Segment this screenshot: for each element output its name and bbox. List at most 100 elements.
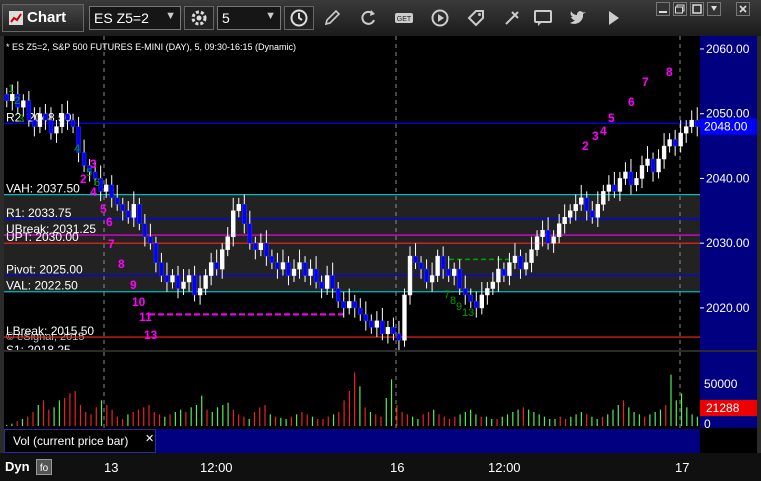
- arrow-right-icon[interactable]: [604, 8, 624, 28]
- candle-body: [159, 262, 164, 276]
- dynamic-label: Dyn: [5, 459, 30, 474]
- candle-body: [115, 197, 120, 205]
- candle-body: [275, 262, 280, 270]
- price-chart-svg: * ES Z5=2, S&P 500 FUTURES E-MINI (DAY),…: [4, 36, 700, 350]
- candle-body: [446, 268, 451, 276]
- level-label: VAH: 2037.50: [6, 182, 80, 196]
- count-label: 8: [666, 65, 673, 79]
- candle-body: [181, 281, 186, 289]
- count-label: 2: [582, 139, 589, 153]
- setup-count-label: 3: [18, 113, 24, 125]
- candle-body: [324, 275, 330, 289]
- candle-body: [512, 255, 518, 263]
- chevron-down-icon[interactable]: ▼: [265, 10, 276, 22]
- candle-body: [197, 288, 203, 296]
- chart-header: * ES Z5=2, S&P 500 FUTURES E-MINI (DAY),…: [6, 42, 296, 52]
- price-tick-label: 2040.00: [706, 171, 750, 185]
- chart-title: Chart: [27, 9, 67, 26]
- setup-count-label: 5: [86, 167, 92, 179]
- candle-body: [336, 288, 341, 302]
- candle-body: [4, 94, 9, 101]
- last-volume-label: 21288: [706, 401, 740, 415]
- pencil-icon[interactable]: [322, 8, 342, 28]
- price-tick-label: 2060.00: [706, 42, 750, 56]
- setup-count-label: 6: [94, 177, 100, 189]
- price-tick-label: 2020.00: [706, 301, 750, 315]
- candle-body: [634, 178, 639, 186]
- chart-toolbar: Chart ES Z5=2 ▼ 5 ▼ GET: [0, 0, 761, 37]
- candle-body: [231, 210, 236, 237]
- count-label: 4: [600, 124, 607, 138]
- candle-body: [126, 210, 131, 218]
- tools-icon[interactable]: [502, 8, 522, 28]
- candle-body: [457, 268, 462, 289]
- candle-body: [258, 242, 264, 250]
- twitter-icon[interactable]: [568, 8, 588, 28]
- price-chart-area[interactable]: * ES Z5=2, S&P 500 FUTURES E-MINI (DAY),…: [4, 36, 700, 350]
- candle-body: [297, 262, 302, 270]
- candle-body: [545, 229, 551, 244]
- candle-body: [590, 210, 595, 218]
- chat-icon[interactable]: [533, 8, 553, 28]
- volume-study-title: Vol (current price bar): [13, 434, 129, 448]
- candle-body: [208, 262, 214, 276]
- symbol-value: ES Z5=2: [94, 10, 149, 26]
- volume-axis[interactable]: 50000 0 21288: [700, 352, 757, 431]
- restore-icon[interactable]: [673, 2, 687, 16]
- candle-body: [429, 275, 435, 283]
- play-icon[interactable]: [430, 8, 450, 28]
- price-axis[interactable]: 2060.00 2050.00 2040.00 2030.00 2020.00 2048.…: [700, 36, 757, 350]
- time-button[interactable]: [284, 6, 314, 30]
- candle-body: [551, 236, 556, 244]
- candle-body: [264, 242, 269, 257]
- candle-body: [695, 119, 700, 127]
- setup-count-label: 4: [74, 143, 80, 155]
- symbol-input[interactable]: ES Z5=2 ▼: [89, 6, 181, 30]
- level-label: LBreak: 2015.50: [6, 324, 94, 338]
- candle-body: [601, 191, 606, 205]
- candle-body: [579, 197, 584, 205]
- close-icon[interactable]: [736, 2, 750, 16]
- candle-body: [568, 210, 573, 218]
- candle-body: [203, 275, 208, 289]
- count-label: 9: [130, 278, 137, 292]
- volume-chart-area[interactable]: [4, 352, 700, 428]
- get-icon[interactable]: GET: [394, 8, 414, 28]
- candle-body: [308, 268, 313, 276]
- chart-icon: [9, 11, 23, 25]
- tag-icon[interactable]: [466, 8, 486, 28]
- candle-body: [374, 320, 380, 328]
- refresh-icon[interactable]: [358, 8, 378, 28]
- time-axis[interactable]: Dyn fo 13 12:00 16 12:00 17: [0, 453, 761, 481]
- time-label: 16: [390, 460, 405, 475]
- candle-body: [418, 262, 424, 270]
- candle-body: [363, 314, 368, 322]
- candle-body: [225, 236, 230, 250]
- candle-body: [595, 204, 600, 218]
- candle-body: [645, 158, 650, 166]
- candle-body: [59, 113, 65, 127]
- volume-study-label[interactable]: Vol (current price bar) ✕: [4, 429, 156, 453]
- candle-body: [32, 119, 37, 127]
- volume-tick-label: 0: [704, 417, 711, 428]
- candle-body: [175, 275, 181, 289]
- settings-button[interactable]: [184, 6, 214, 30]
- candle-body: [70, 119, 76, 127]
- price-axis-svg: 2060.00 2050.00 2040.00 2030.00 2020.00 2048.…: [700, 42, 757, 315]
- candle-body: [573, 204, 578, 212]
- candle-body: [131, 204, 136, 218]
- candle-body: [43, 113, 48, 121]
- minimize-icon[interactable]: [656, 2, 670, 16]
- scale-icon[interactable]: fo: [36, 459, 52, 475]
- chevron-down-icon[interactable]: ▼: [165, 10, 176, 22]
- time-label: 17: [675, 460, 690, 475]
- candle-body: [639, 165, 645, 179]
- maximize-icon[interactable]: [690, 2, 704, 16]
- close-icon[interactable]: ✕: [145, 432, 154, 445]
- chart-title-button[interactable]: Chart: [2, 4, 84, 32]
- candle-body: [402, 294, 407, 341]
- pin-icon[interactable]: [707, 2, 721, 16]
- last-price-label: 2048.00: [704, 120, 748, 134]
- interval-input[interactable]: 5 ▼: [217, 6, 281, 30]
- candle-body: [341, 301, 346, 309]
